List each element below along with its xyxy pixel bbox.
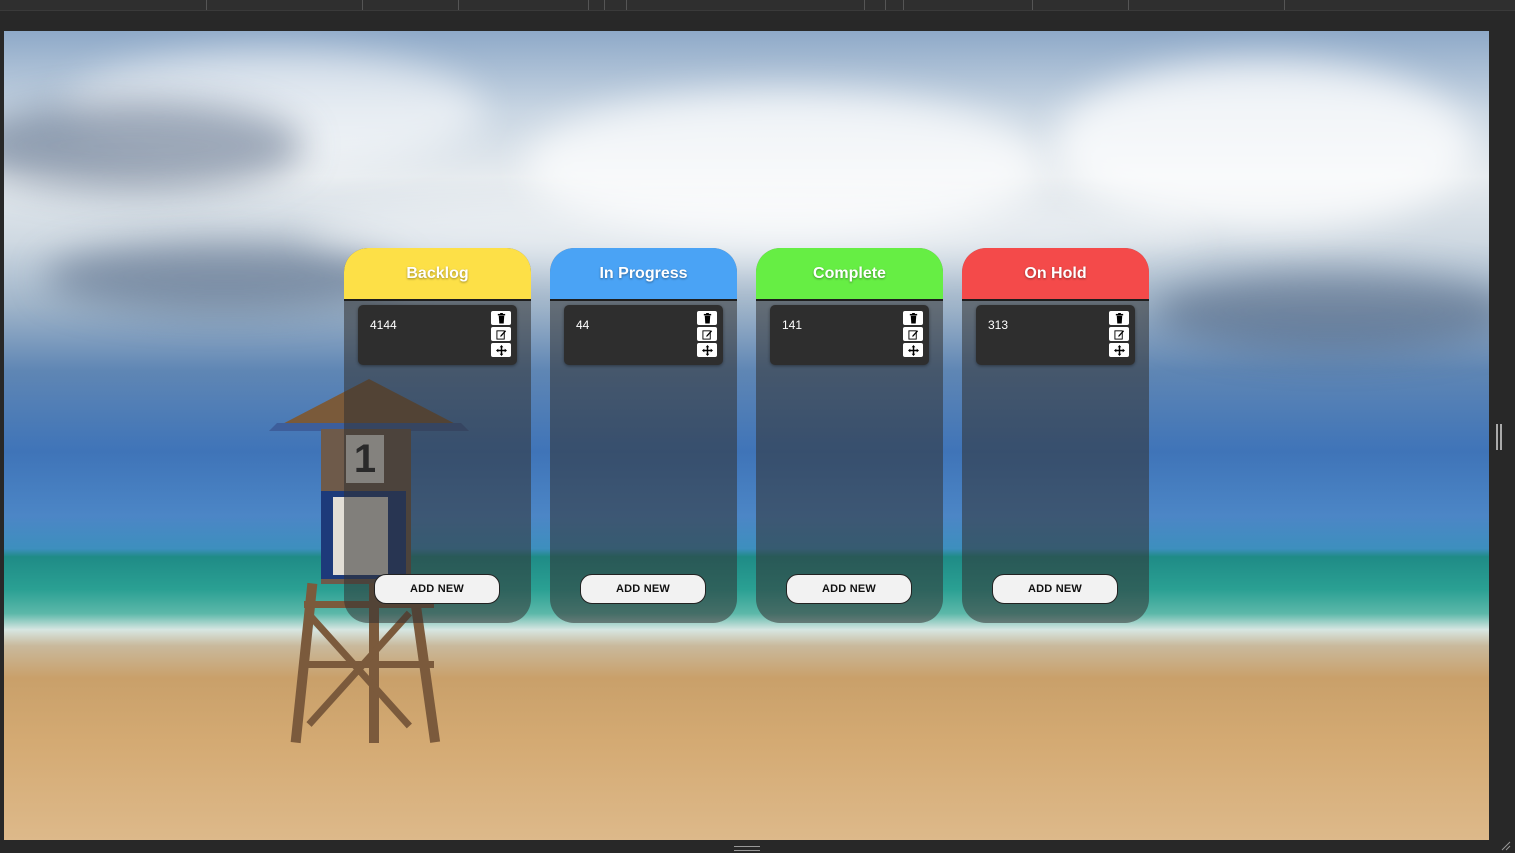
task-card[interactable]: 141: [770, 305, 929, 365]
column-backlog: Backlog 4144 ADD NEW: [344, 248, 531, 623]
edit-icon[interactable]: [1109, 327, 1129, 341]
trash-icon[interactable]: [903, 311, 923, 325]
card-text: 141: [782, 318, 803, 332]
column-title: Complete: [813, 264, 886, 282]
column-title: In Progress: [599, 264, 688, 282]
edit-icon[interactable]: [903, 327, 923, 341]
column-complete: Complete 141 ADD NEW: [756, 248, 943, 623]
card-text: 4144: [370, 318, 397, 332]
column-header-complete: Complete: [756, 248, 943, 301]
browser-top-strip: [0, 0, 1515, 11]
card-text: 313: [988, 318, 1009, 332]
add-new-button[interactable]: ADD NEW: [786, 574, 912, 604]
edit-icon[interactable]: [491, 327, 511, 341]
move-icon[interactable]: [903, 343, 923, 357]
resize-handle-right[interactable]: [1496, 424, 1502, 450]
add-new-button[interactable]: ADD NEW: [374, 574, 500, 604]
card-text: 44: [576, 318, 590, 332]
column-in-progress: In Progress 44 ADD NEW: [550, 248, 737, 623]
resize-handle-bottom[interactable]: [734, 846, 760, 851]
edit-icon[interactable]: [697, 327, 717, 341]
add-new-button[interactable]: ADD NEW: [580, 574, 706, 604]
app-viewport: 1 Backlog 4144: [4, 31, 1489, 840]
move-icon[interactable]: [1109, 343, 1129, 357]
move-icon[interactable]: [697, 343, 717, 357]
corner-resize-grip-icon[interactable]: [1499, 839, 1511, 851]
column-header-in-progress: In Progress: [550, 248, 737, 301]
column-title: Backlog: [406, 264, 469, 282]
task-card[interactable]: 313: [976, 305, 1135, 365]
task-card[interactable]: 4144: [358, 305, 517, 365]
column-header-on-hold: On Hold: [962, 248, 1149, 301]
trash-icon[interactable]: [697, 311, 717, 325]
column-on-hold: On Hold 313 ADD NEW: [962, 248, 1149, 623]
column-header-backlog: Backlog: [344, 248, 531, 301]
move-icon[interactable]: [491, 343, 511, 357]
task-card[interactable]: 44: [564, 305, 723, 365]
trash-icon[interactable]: [1109, 311, 1129, 325]
trash-icon[interactable]: [491, 311, 511, 325]
column-title: On Hold: [1024, 264, 1087, 282]
add-new-button[interactable]: ADD NEW: [992, 574, 1118, 604]
